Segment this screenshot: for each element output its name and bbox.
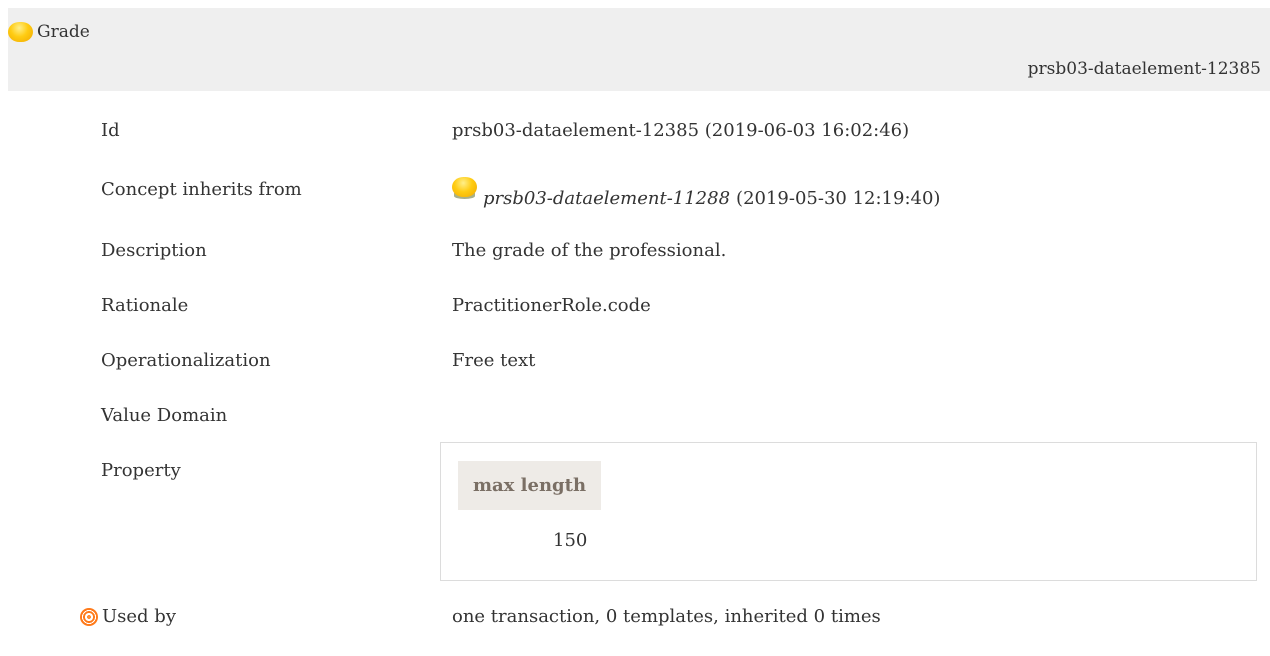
inherits-link[interactable]: prsb03-dataelement-11288: [483, 188, 730, 209]
rationale-label: Rationale: [101, 295, 189, 316]
property-label: Property: [101, 460, 181, 481]
id-label: Id: [101, 120, 120, 141]
max-length-value: 150: [553, 530, 588, 551]
used-by-label-group[interactable]: Used by: [80, 606, 176, 627]
used-by-label: Used by: [102, 606, 176, 627]
description-value: The grade of the professional.: [452, 240, 727, 261]
operationalization-label: Operationalization: [101, 350, 271, 371]
operationalization-value: Free text: [452, 350, 536, 371]
used-by-value: one transaction, 0 templates, inherited …: [452, 606, 881, 627]
concept-orb-icon: [452, 176, 477, 199]
concept-header-id: prsb03-dataelement-12385: [1027, 59, 1261, 79]
concept-title[interactable]: Grade: [8, 22, 90, 44]
property-table: max length 150: [440, 442, 1257, 581]
concept-orb-icon: [8, 22, 33, 44]
max-length-header: max length: [458, 461, 601, 510]
id-value: prsb03-dataelement-12385 (2019-06-03 16:…: [452, 120, 910, 141]
concept-title-text: Grade: [37, 22, 90, 42]
inherits-value: prsb03-dataelement-11288 (2019-05-30 12:…: [452, 176, 940, 209]
description-label: Description: [101, 240, 207, 261]
concept-header: Grade prsb03-dataelement-12385: [8, 8, 1270, 91]
inherits-label: Concept inherits from: [101, 179, 302, 200]
value-domain-label: Value Domain: [101, 405, 228, 426]
rationale-value: PractitionerRole.code: [452, 295, 651, 316]
target-icon: [80, 607, 98, 626]
inherits-timestamp: (2019-05-30 12:19:40): [736, 188, 941, 209]
